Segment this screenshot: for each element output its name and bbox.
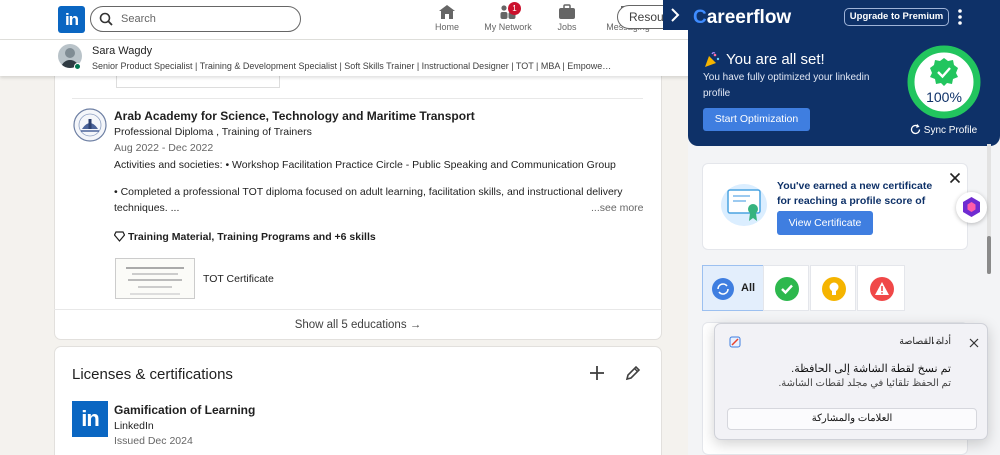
description-line-1: • Completed a professional TOT diploma f… xyxy=(114,186,623,198)
home-icon xyxy=(439,5,455,19)
careerflow-hexagon-icon xyxy=(963,197,980,217)
more-options-icon[interactable] xyxy=(956,8,964,26)
previous-media-thumbnail[interactable] xyxy=(116,76,280,88)
skills-diamond-icon xyxy=(114,231,125,242)
filter-warnings-tab[interactable] xyxy=(857,265,905,311)
checkmark-icon xyxy=(775,277,799,301)
edit-pencil-icon[interactable] xyxy=(625,365,641,381)
certification-issued-date: Issued Dec 2024 xyxy=(114,435,193,447)
divider xyxy=(72,98,643,99)
warning-icon xyxy=(870,277,894,301)
nav-my-network-label: My Network xyxy=(484,22,532,32)
snipping-tool-toast[interactable]: أداة القصاصة تم نسخ لقطة الشاشة إلى الحا… xyxy=(714,323,988,440)
education-dates: Aug 2022 - Dec 2022 xyxy=(114,142,214,154)
toast-body: تم الحفظ تلقائيا في مجلد لقطات الشاشة. xyxy=(778,378,951,389)
tot-certificate-title[interactable]: TOT Certificate xyxy=(203,273,274,285)
sync-profile-label: Sync Profile xyxy=(923,125,978,136)
online-status-dot xyxy=(74,63,81,70)
certification-issuer: LinkedIn xyxy=(114,420,154,432)
filter-all-tab[interactable]: All xyxy=(702,265,764,311)
description-line-2: techniques. ... xyxy=(114,202,180,214)
briefcase-icon xyxy=(559,4,575,19)
score-percent: 100% xyxy=(926,89,962,105)
careerflow-logo-c: C xyxy=(693,7,707,28)
chevron-right-icon xyxy=(671,8,680,22)
sync-profile-button[interactable]: Sync Profile xyxy=(910,124,977,136)
toast-title: تم نسخ لقطة الشاشة إلى الحافظة. xyxy=(791,363,951,375)
show-all-educations-label: Show all 5 educations → xyxy=(294,319,422,331)
linkedin-issuer-logo[interactable]: in xyxy=(72,401,108,437)
nav-home[interactable]: Home xyxy=(412,4,482,32)
sticky-profile-bar: Sara Wagdy Senior Product Specialist | T… xyxy=(0,40,690,76)
careerflow-logo-text: areerflow xyxy=(706,7,792,28)
careerflow-logo: Careerflow xyxy=(693,7,791,29)
close-icon[interactable] xyxy=(969,338,979,348)
add-icon[interactable] xyxy=(589,365,605,381)
profile-name: Sara Wagdy xyxy=(92,45,153,57)
filter-all-label: All xyxy=(741,282,756,294)
degree: Professional Diploma , Training of Train… xyxy=(114,126,312,138)
linkedin-logo[interactable]: in xyxy=(58,6,85,33)
aast-school-logo[interactable] xyxy=(72,107,108,143)
notification-badge: 1 xyxy=(508,2,521,15)
sync-icon xyxy=(910,124,921,135)
profile-headline: Senior Product Specialist | Training & D… xyxy=(92,61,614,71)
close-icon[interactable] xyxy=(949,172,961,184)
certification-title[interactable]: Gamification of Learning xyxy=(114,403,255,417)
nav-jobs[interactable]: Jobs xyxy=(532,4,602,32)
view-certificate-button[interactable]: View Certificate xyxy=(777,211,873,235)
markup-and-share-button[interactable]: العلامات والمشاركة xyxy=(727,408,977,430)
careerflow-floating-button[interactable] xyxy=(956,192,987,223)
filter-suggestions-tab[interactable] xyxy=(810,265,856,311)
show-all-educations-button[interactable]: Show all 5 educations → xyxy=(54,309,662,340)
activities-text: Activities and societies: • Workshop Fac… xyxy=(114,159,616,171)
search-placeholder: Search xyxy=(121,13,156,25)
start-optimization-button[interactable]: Start Optimization xyxy=(703,108,810,131)
snipping-tool-icon xyxy=(729,336,741,348)
party-popper-icon xyxy=(705,52,720,67)
optimized-subtext: You have fully optimized your linkedin p… xyxy=(703,72,870,99)
licenses-heading: Licenses & certifications xyxy=(72,366,233,383)
lightbulb-icon xyxy=(822,277,846,301)
filter-complete-tab[interactable] xyxy=(763,265,809,311)
certificate-icon xyxy=(721,184,767,226)
school-name[interactable]: Arab Academy for Science, Technology and… xyxy=(114,109,475,123)
toast-app-name: أداة القصاصة xyxy=(899,336,951,347)
all-items-icon xyxy=(712,278,734,300)
upgrade-premium-button[interactable]: Upgrade to Premium xyxy=(844,8,949,26)
search-icon xyxy=(99,12,113,26)
see-more-link[interactable]: ...see more xyxy=(591,202,644,214)
nav-jobs-label: Jobs xyxy=(557,22,577,32)
careerflow-collapse-button[interactable] xyxy=(663,0,688,30)
all-set-heading: You are all set! xyxy=(726,51,825,68)
skills-summary[interactable]: Training Material, Training Programs and… xyxy=(128,231,376,243)
tot-certificate-thumbnail[interactable] xyxy=(115,258,195,299)
profile-score-ring: 100% xyxy=(907,45,981,119)
search-input[interactable]: Search xyxy=(90,6,301,32)
nav-home-label: Home xyxy=(434,22,459,32)
